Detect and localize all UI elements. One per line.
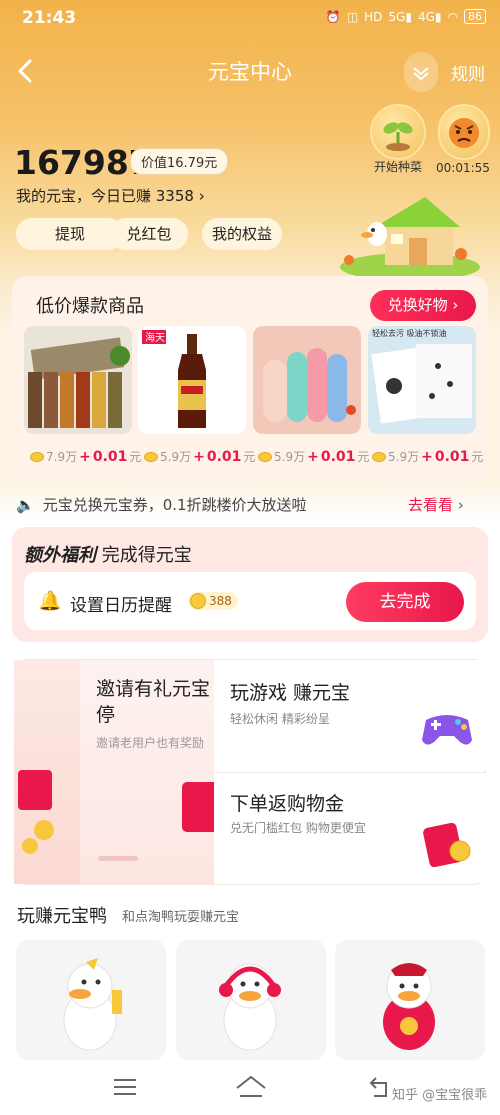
- invite-prev-banner: [14, 660, 80, 884]
- angry-face-icon: [449, 118, 479, 148]
- price-coins: 7.9万: [46, 450, 78, 464]
- price-coins: 5.9万: [160, 450, 192, 464]
- price-cash: 0.01: [434, 448, 470, 465]
- today-earned-text: 我的元宝，今日已赚 3358: [16, 187, 194, 205]
- coin-icon: [258, 451, 272, 462]
- chevron-right-icon: ›: [457, 496, 464, 514]
- exchange-goods-button[interactable]: 兑换好物 ›: [370, 290, 476, 321]
- bonus-title-rest: 完成得元宝: [101, 545, 192, 566]
- product-price-4: 5.9万 +0.01 元: [372, 448, 483, 465]
- back-nav-icon[interactable]: [368, 1074, 392, 1100]
- battery-icon: 86: [464, 9, 486, 24]
- product-price-2: 5.9万 +0.01 元: [144, 448, 255, 465]
- price-unit: 元: [129, 450, 142, 464]
- reward-badge: 388: [188, 592, 238, 610]
- collapse-button[interactable]: [404, 52, 438, 92]
- price-cash: 0.01: [206, 448, 242, 465]
- invite-promo-tile[interactable]: 会 邀请有礼元宝 停 邀请老用户也有奖励: [14, 660, 214, 884]
- game-title: 玩游戏 赚元宝: [230, 682, 351, 704]
- notice-link[interactable]: 去看看 ›: [408, 494, 464, 515]
- price-unit: 元: [243, 450, 256, 464]
- today-earned-link[interactable]: 我的元宝，今日已赚 3358 ›: [16, 185, 205, 206]
- price-cash: 0.01: [92, 448, 128, 465]
- notice-text: 元宝兑换元宝券，0.1折跳楼价大放送啦: [42, 496, 307, 514]
- coin-icon: [30, 451, 44, 462]
- duck-card-1[interactable]: [16, 940, 166, 1060]
- notice-link-label: 去看看: [408, 496, 454, 514]
- alarm-icon: ⏰: [325, 9, 341, 24]
- product-image-seasoning[interactable]: [24, 326, 132, 434]
- gamepad-icon: [422, 715, 472, 745]
- play-section-subtitle: 和点淘鸭玩耍赚元宝: [122, 910, 240, 925]
- carousel-dots: [98, 856, 138, 861]
- complete-task-button[interactable]: 去完成: [346, 582, 464, 622]
- signal-5g-icon: 5G▮: [388, 9, 412, 24]
- invite-subtitle: 邀请老用户也有奖励: [96, 736, 205, 750]
- menu-icon[interactable]: [112, 1076, 138, 1098]
- price-plus: +: [79, 448, 91, 465]
- status-time: 21:43: [22, 8, 77, 28]
- product-tagline: 轻松去污 吸油不锁油: [372, 328, 447, 338]
- product-price-1: 7.9万 +0.01 元: [30, 448, 141, 465]
- price-plus: +: [421, 448, 433, 465]
- chevron-down-icon: [413, 67, 429, 81]
- invite-title-line-1: 邀请有礼元宝: [96, 678, 211, 700]
- task-label: 设置日历提醒: [70, 596, 172, 616]
- wifi-icon: ◠: [447, 9, 458, 24]
- chevron-right-icon: ›: [452, 296, 459, 314]
- bonus-title-emphasis: 额外福利: [24, 545, 96, 566]
- coin-icon: [190, 593, 206, 609]
- chevron-right-icon: ›: [198, 187, 205, 205]
- game-subtitle: 轻松休闲 精彩纷呈: [230, 712, 330, 726]
- red-envelope-icon: [182, 782, 214, 832]
- duck-card-2[interactable]: [176, 940, 326, 1060]
- price-plus: +: [307, 448, 319, 465]
- garden-house-illustration: [335, 172, 485, 282]
- order-subtitle: 兑无门槛红包 购物更便宜: [230, 821, 366, 835]
- notice-bar: 🔈 元宝兑换元宝券，0.1折跳楼价大放送啦: [16, 494, 307, 515]
- order-title: 下单返购物金: [230, 793, 345, 815]
- sprout-icon: [383, 122, 413, 151]
- exchange-goods-label: 兑换好物: [387, 296, 448, 314]
- hd-icon: HD: [364, 9, 383, 24]
- price-cash: 0.01: [320, 448, 356, 465]
- invite-title: 邀请有礼元宝 停: [96, 676, 210, 728]
- product-image-soy-sauce[interactable]: 海天: [138, 326, 246, 434]
- withdraw-button[interactable]: 提现: [16, 218, 124, 250]
- my-benefits-button[interactable]: 我的权益: [202, 218, 282, 250]
- duck-card-3[interactable]: [335, 940, 485, 1060]
- status-icons: ⏰ ◫ HD 5G▮ 4G▮ ◠ 86: [326, 9, 486, 24]
- price-plus: +: [193, 448, 205, 465]
- watermark: 知乎 @宝宝很乖: [392, 1088, 488, 1103]
- red-packet-coin-icon: [423, 822, 471, 868]
- bonus-title: 额外福利 完成得元宝: [24, 541, 192, 567]
- speaker-icon: 🔈: [16, 495, 35, 514]
- brand-logo-text: 海天: [145, 331, 165, 344]
- game-promo-tile[interactable]: 玩游戏 赚元宝 轻松休闲 精彩纷呈: [216, 660, 486, 770]
- coin-icon: [372, 451, 386, 462]
- product-image-oil-paper[interactable]: 轻松去污 吸油不锁油: [368, 326, 476, 434]
- timer-button[interactable]: [438, 104, 490, 160]
- home-icon[interactable]: [234, 1074, 268, 1100]
- rules-link[interactable]: 规则: [451, 60, 485, 85]
- vibrate-icon: ◫: [346, 9, 359, 24]
- price-coins: 5.9万: [274, 450, 306, 464]
- price-unit: 元: [471, 450, 484, 464]
- price-unit: 元: [357, 450, 370, 464]
- coin-icon: [144, 451, 158, 462]
- reward-amount: 388: [209, 594, 232, 608]
- planting-button[interactable]: [370, 104, 426, 160]
- price-coins: 5.9万: [388, 450, 420, 464]
- signal-4g-icon: 4G▮: [417, 9, 442, 24]
- redeem-redpacket-button[interactable]: 兑红包: [110, 218, 188, 250]
- value-badge: 价值16.79元: [130, 148, 229, 175]
- order-cashback-tile[interactable]: 下单返购物金 兑无门槛红包 购物更便宜: [216, 772, 486, 882]
- product-image-cutlery[interactable]: [253, 326, 361, 434]
- invite-title-line-2: 停: [96, 704, 116, 726]
- play-section-title: 玩赚元宝鸭: [17, 906, 107, 927]
- product-price-3: 5.9万 +0.01 元: [258, 448, 369, 465]
- products-title: 低价爆款商品: [36, 296, 144, 317]
- bell-icon: 🔔: [38, 590, 62, 612]
